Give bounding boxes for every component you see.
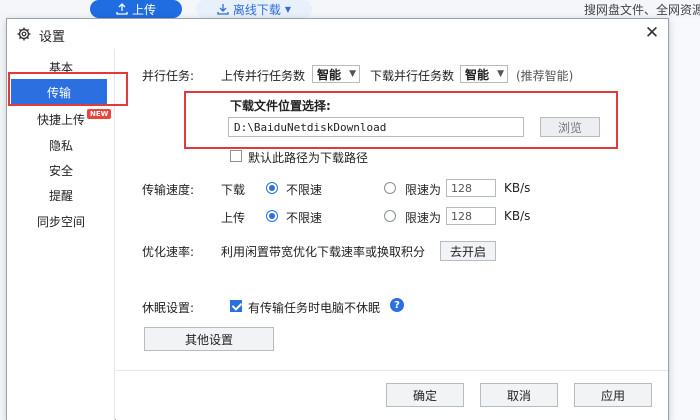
chevron-down-icon: ▼: [349, 69, 356, 79]
upload-label: 上传: [131, 2, 156, 17]
sidebar-item-basic[interactable]: 基本: [7, 55, 115, 79]
download-path-input[interactable]: D:\BaiduNetdiskDownload: [228, 117, 524, 137]
sidebar-item-privacy[interactable]: 隐私: [7, 133, 115, 157]
sidebar-item-label: 同步空间: [36, 214, 85, 229]
upload-unit-label: KB/s: [504, 209, 531, 223]
upload-button[interactable]: 上传: [90, 0, 182, 18]
background-right-edge: [670, 18, 700, 420]
upload-tasks-select[interactable]: 智能 ▼: [312, 65, 360, 83]
download-limit-radio[interactable]: [384, 182, 396, 194]
download-tasks-label: 下载并行任务数: [370, 69, 455, 83]
chevron-down-icon: ▼: [284, 4, 292, 14]
search-box[interactable]: 搜网盘文件、全网资源: [580, 0, 700, 18]
download-limit-input[interactable]: 128: [446, 179, 496, 197]
cancel-label: 取消: [506, 388, 531, 403]
sidebar-item-label: 隐私: [48, 138, 73, 153]
sidebar-item-label: 提醒: [48, 188, 73, 203]
upload-unlimited-radio[interactable]: [266, 210, 278, 222]
enable-optimize-label: 去开启: [449, 244, 486, 259]
other-settings-button[interactable]: 其他设置: [144, 327, 274, 351]
recommend-hint: (推荐智能): [516, 69, 574, 83]
download-limit-value: 128: [451, 181, 472, 195]
parallel-tasks-label: 并行任务:: [142, 69, 195, 83]
download-unlimited-radio[interactable]: [266, 182, 278, 194]
download-path-value: D:\BaiduNetdiskDownload: [234, 120, 387, 134]
download-location-label: 下载文件位置选择:: [230, 99, 331, 113]
settings-content: 并行任务: 上传并行任务数 智能 ▼ 下载并行任务数 智能 ▼ (推荐智能) 下…: [116, 49, 668, 389]
new-badge: NEW: [87, 109, 112, 119]
upload-limit-radio[interactable]: [384, 210, 396, 222]
default-path-checkbox[interactable]: [230, 150, 242, 162]
gear-icon: [17, 27, 31, 41]
close-icon: ✕: [644, 23, 660, 43]
sidebar-item-label: 传输: [46, 85, 71, 100]
optimize-rate-text: 利用闲置带宽优化下载速率或换取积分: [221, 245, 426, 259]
sidebar-item-reminder[interactable]: 提醒: [7, 183, 115, 207]
chevron-down-icon: ▼: [497, 69, 504, 79]
download-unit-label: KB/s: [504, 181, 531, 195]
upload-tasks-label: 上传并行任务数: [221, 69, 306, 83]
upload-limit-input[interactable]: 128: [446, 207, 496, 225]
offline-download-label: 离线下载: [232, 2, 281, 17]
sidebar-item-sync-space[interactable]: 同步空间: [7, 209, 115, 233]
sidebar-item-label: 安全: [48, 163, 73, 178]
apply-button[interactable]: 应用: [574, 383, 652, 407]
close-button[interactable]: ✕: [642, 23, 662, 43]
ok-button[interactable]: 确定: [386, 383, 464, 407]
download-unlimited-label: 不限速: [286, 183, 323, 197]
settings-sidebar: 基本 传输 快捷上传 NEW 隐私 安全 提醒 同步空间: [7, 49, 128, 420]
optimize-rate-label: 优化速率:: [142, 245, 195, 259]
prevent-sleep-checkbox[interactable]: [230, 300, 242, 312]
sleep-settings-label: 休眠设置:: [142, 301, 195, 315]
transfer-speed-label: 传输速度:: [142, 183, 195, 197]
apply-label: 应用: [600, 388, 625, 403]
upload-icon: [116, 3, 128, 15]
sidebar-item-security[interactable]: 安全: [7, 158, 115, 182]
sidebar-item-quick-upload[interactable]: 快捷上传 NEW: [7, 107, 115, 131]
prevent-sleep-label: 有传输任务时电脑不休眠: [248, 301, 381, 315]
dialog-titlebar: 设置 ✕: [7, 19, 668, 49]
sidebar-item-label: 基本: [48, 60, 73, 75]
browse-button[interactable]: 浏览: [540, 117, 600, 137]
download-tasks-select[interactable]: 智能 ▼: [460, 65, 508, 83]
upload-speed-label: 上传: [221, 211, 246, 225]
download-icon: [217, 4, 229, 15]
download-limit-label: 限速为: [405, 183, 442, 197]
browse-label: 浏览: [557, 120, 582, 135]
other-settings-label: 其他设置: [184, 332, 233, 347]
dialog-title: 设置: [39, 30, 66, 45]
upload-tasks-value: 智能: [317, 67, 342, 82]
download-tasks-value: 智能: [465, 67, 490, 82]
search-text: 搜网盘文件、全网资源: [584, 2, 700, 17]
settings-dialog: 设置 ✕ 基本 传输 快捷上传 NEW 隐私 安全 提醒 同步空间 并行任务: …: [6, 18, 669, 420]
upload-limit-value: 128: [451, 209, 472, 223]
enable-optimize-button[interactable]: 去开启: [440, 241, 496, 261]
default-path-label: 默认此路径为下载路径: [248, 151, 369, 165]
cancel-button[interactable]: 取消: [480, 383, 558, 407]
ok-label: 确定: [412, 388, 437, 403]
sidebar-item-label: 快捷上传: [36, 112, 85, 127]
download-speed-label: 下载: [221, 183, 246, 197]
help-icon[interactable]: ?: [390, 298, 404, 312]
upload-unlimited-label: 不限速: [286, 211, 323, 225]
sidebar-item-transfer[interactable]: 传输: [11, 79, 107, 105]
upload-limit-label: 限速为: [405, 211, 442, 225]
offline-download-button[interactable]: 离线下载 ▼: [196, 0, 312, 18]
dialog-footer: 确定 取消 应用: [116, 370, 668, 420]
